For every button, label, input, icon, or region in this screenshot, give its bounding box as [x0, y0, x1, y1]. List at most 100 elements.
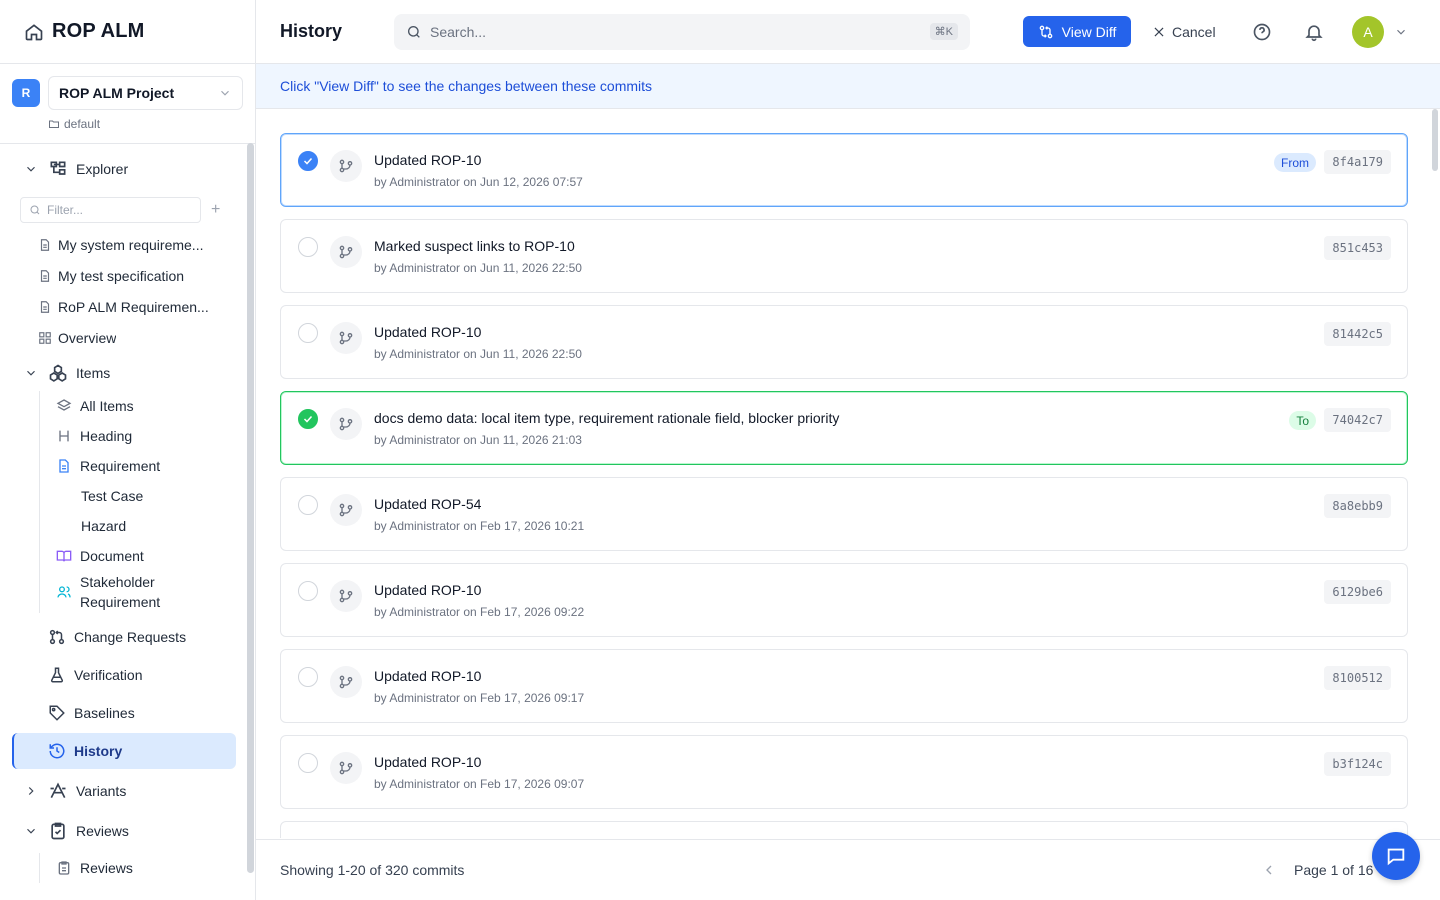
document-icon — [40, 300, 50, 313]
item-type-all-items[interactable]: All Items — [40, 391, 246, 421]
branch-indicator[interactable]: default — [48, 117, 243, 131]
section-explorer-label: Explorer — [76, 161, 129, 177]
bell-icon[interactable] — [1303, 21, 1325, 43]
commit-select-radio[interactable] — [298, 495, 318, 515]
project-name: ROP ALM Project — [59, 85, 175, 101]
nav-verification[interactable]: Verification — [12, 657, 236, 693]
reviews-sub-item[interactable]: Reviews — [40, 853, 246, 883]
commit-select-radio[interactable] — [298, 237, 318, 257]
git-compare-icon — [1039, 25, 1052, 38]
chevron-down-icon — [27, 166, 35, 172]
clipboard-icon — [58, 861, 70, 875]
chevron-down-icon[interactable] — [1394, 25, 1408, 39]
commit-message: Updated ROP-10 — [374, 152, 482, 168]
commit-select-radio[interactable] — [298, 323, 318, 343]
commit-card[interactable]: Marked suspect links to ROP-10 by Admini… — [280, 219, 1408, 293]
avatar[interactable]: A — [1352, 15, 1384, 48]
commit-hash: 851c453 — [1324, 236, 1391, 260]
section-items[interactable]: Items — [0, 359, 246, 387]
commit-hash: b3f124c — [1324, 752, 1391, 776]
item-type-label: Hazard — [81, 518, 127, 534]
item-type-stakeholder-requirement[interactable]: Stakeholder Requirement — [40, 571, 246, 613]
search-shortcut-badge: ⌘K — [929, 23, 958, 40]
commit-card[interactable]: Updated ROP-10 by Administrator on Feb 1… — [280, 563, 1408, 637]
commit-meta: by Administrator on Feb 17, 2026 09:07 — [374, 777, 585, 791]
book-open-icon — [56, 550, 72, 562]
commit-select-radio[interactable] — [298, 667, 318, 687]
chevron-down-icon — [221, 90, 229, 96]
nav-label: History — [74, 743, 123, 759]
commit-select-radio[interactable] — [298, 409, 318, 429]
commit-card[interactable]: Updated ROP-10 by Administrator on Jun 1… — [280, 133, 1408, 207]
project-select[interactable]: ROP ALM Project — [48, 76, 243, 110]
commit-card-partial[interactable] — [280, 821, 1408, 838]
search-icon — [30, 205, 40, 215]
history-icon — [49, 743, 65, 759]
item-type-requirement[interactable]: Requirement — [40, 451, 246, 481]
top-bar: History Search... ⌘K View Diff Cancel A — [256, 0, 1440, 64]
layers-icon — [56, 399, 72, 411]
commit-select-radio[interactable] — [298, 753, 318, 773]
item-type-label: All Items — [80, 398, 134, 414]
document-label: My test specification — [58, 267, 185, 284]
commit-message: Updated ROP-10 — [374, 324, 482, 340]
section-explorer[interactable]: Explorer — [0, 155, 246, 183]
overview-label: Overview — [58, 329, 117, 346]
chat-button[interactable] — [1372, 832, 1420, 880]
clipboard-check-icon — [51, 822, 65, 840]
commit-card[interactable]: Updated ROP-10 by Administrator on Feb 1… — [280, 649, 1408, 723]
chat-icon — [1387, 848, 1405, 866]
sidebar: ROP ALM R ROP ALM Project default Explor… — [0, 0, 256, 900]
section-variants[interactable]: Variants — [0, 773, 246, 809]
nav-baselines[interactable]: Baselines — [12, 695, 236, 731]
section-items-label: Items — [76, 365, 111, 381]
project-badge: R — [12, 79, 40, 107]
commit-message: docs demo data: local item type, require… — [374, 410, 840, 426]
commit-card[interactable]: Updated ROP-54 by Administrator on Feb 1… — [280, 477, 1408, 551]
variants-icon — [50, 782, 66, 799]
section-reviews[interactable]: Reviews — [0, 809, 246, 853]
add-icon[interactable]: + — [211, 201, 220, 219]
commit-hash: 74042c7 — [1324, 408, 1391, 432]
explorer-filter-placeholder: Filter... — [47, 203, 84, 217]
commit-card[interactable]: Updated ROP-10 by Administrator on Jun 1… — [280, 305, 1408, 379]
commit-hash: 6129be6 — [1324, 580, 1391, 604]
nav-history[interactable]: History — [12, 733, 236, 769]
item-type-test-case[interactable]: Test Case — [40, 481, 246, 511]
item-type-heading[interactable]: Heading — [40, 421, 246, 451]
document-item[interactable]: My test specification — [0, 260, 246, 291]
reviews-sub-label: Reviews — [80, 860, 133, 876]
cancel-button[interactable]: Cancel — [1152, 16, 1216, 47]
file-text-icon — [59, 459, 69, 473]
nav-change-requests[interactable]: Change Requests — [12, 619, 236, 655]
view-diff-button[interactable]: View Diff — [1023, 16, 1131, 47]
commit-card[interactable]: Updated ROP-10 by Administrator on Feb 1… — [280, 735, 1408, 809]
chevron-left-icon[interactable] — [1261, 862, 1277, 878]
commit-select-radio[interactable] — [298, 151, 318, 171]
help-icon[interactable] — [1251, 21, 1273, 43]
commit-select-radio[interactable] — [298, 581, 318, 601]
tag-icon — [49, 705, 65, 721]
document-item[interactable]: RoP ALM Requiremen... — [0, 291, 246, 322]
branch-name: default — [64, 117, 101, 131]
close-icon — [1154, 27, 1164, 36]
main-scrollbar[interactable] — [1432, 109, 1438, 171]
document-item[interactable]: My system requireme... — [0, 229, 246, 260]
explorer-filter-input[interactable]: Filter... — [20, 197, 201, 223]
nav-label: Change Requests — [74, 629, 187, 645]
item-type-hazard[interactable]: Hazard — [40, 511, 246, 541]
commit-list: Updated ROP-10 by Administrator on Jun 1… — [280, 133, 1408, 838]
item-type-document[interactable]: Document — [40, 541, 246, 571]
git-branch-icon — [330, 408, 362, 440]
commit-card[interactable]: docs demo data: local item type, require… — [280, 391, 1408, 465]
git-branch-icon — [330, 494, 362, 526]
check-icon — [303, 415, 313, 423]
brand[interactable]: ROP ALM — [0, 0, 255, 64]
search-input[interactable]: Search... ⌘K — [394, 13, 970, 50]
chevron-down-icon — [27, 370, 35, 376]
overview-item[interactable]: Overview — [0, 322, 246, 353]
git-branch-icon — [330, 322, 362, 354]
sidebar-scrollbar[interactable] — [247, 143, 254, 873]
git-branch-icon — [330, 236, 362, 268]
info-banner: Click "View Diff" to see the changes bet… — [256, 64, 1440, 109]
